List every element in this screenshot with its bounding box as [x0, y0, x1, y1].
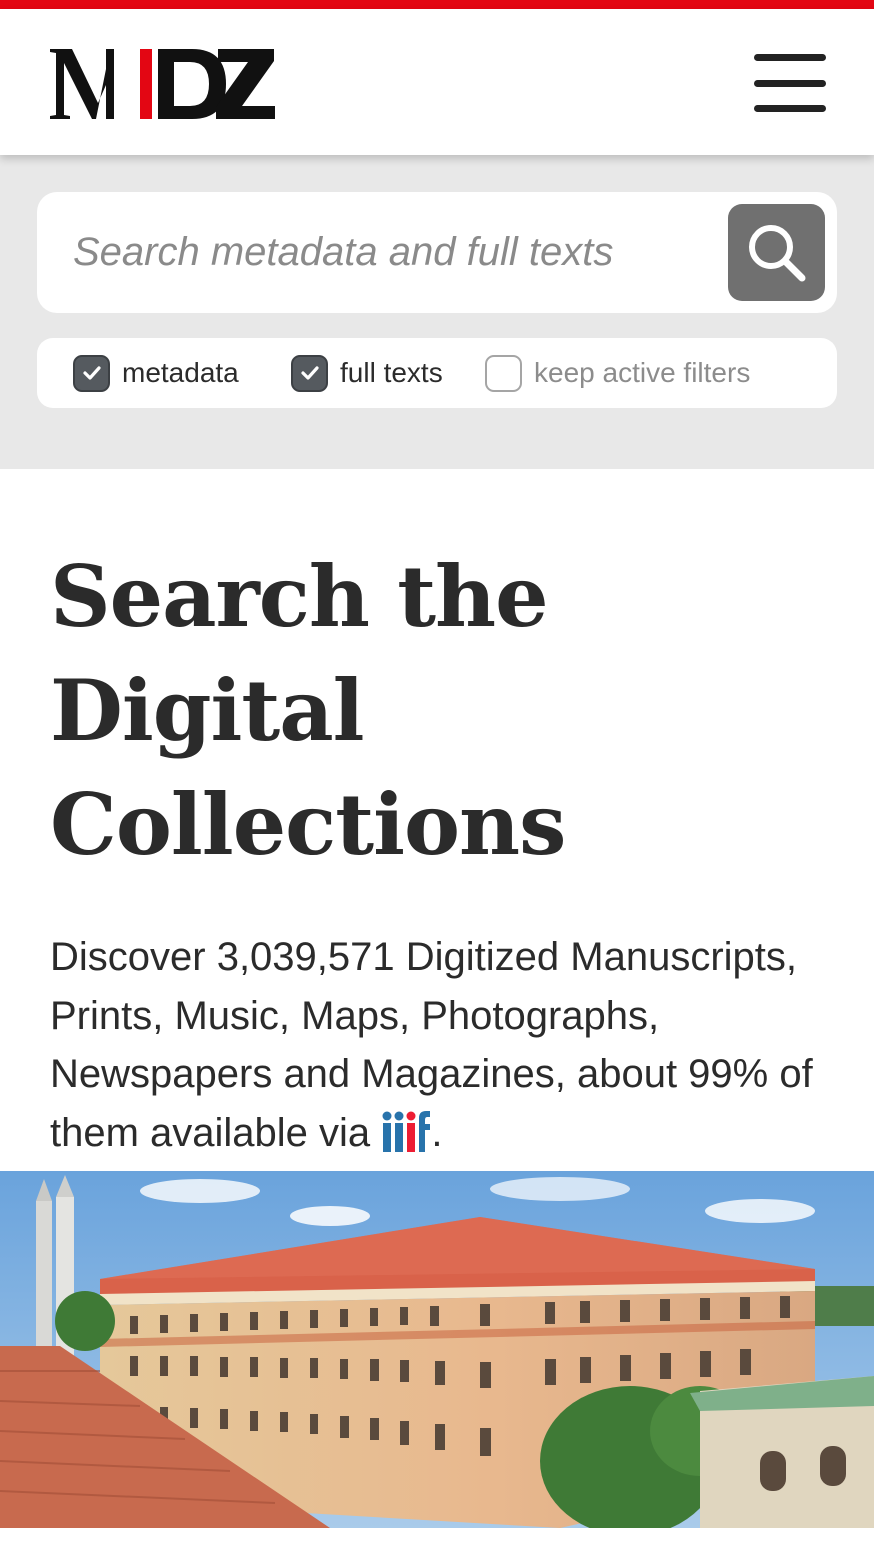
metadata-checkbox[interactable]: [73, 354, 110, 392]
iiif-logo-icon: iiif: [381, 1110, 431, 1152]
mdz-logo[interactable]: [50, 47, 276, 121]
main-content: Search the Digital Collections Discover …: [50, 540, 840, 1162]
search-panel: metadata full texts keep active filters: [0, 155, 874, 469]
search-button[interactable]: [728, 204, 825, 301]
search-options: metadata full texts keep active filters: [37, 338, 837, 408]
menu-bar-2: [754, 79, 826, 87]
keep-active-filters-label: keep active filters: [534, 357, 751, 388]
iiif-logo-text: iiif: [381, 1110, 383, 1111]
intro-suffix: .: [431, 1110, 443, 1155]
full-texts-label: full texts: [340, 357, 443, 388]
mdz-logo-icon: [50, 49, 275, 119]
full-texts-checkbox[interactable]: [291, 354, 328, 392]
intro-paragraph: Discover 3,039,571 Digitized Manuscripts…: [50, 928, 840, 1162]
menu-bar-1: [754, 54, 826, 61]
page-title: Search the Digital Collections: [50, 547, 566, 874]
metadata-checkbox-option[interactable]: metadata: [73, 338, 239, 408]
checkmark-icon: [82, 366, 101, 380]
search-box: [37, 192, 837, 313]
keep-active-filters-checkbox[interactable]: [485, 354, 522, 392]
search-icon: [748, 224, 805, 281]
top-accent-bar: [0, 0, 874, 9]
search-input[interactable]: [73, 216, 713, 288]
menu-bar-3: [754, 105, 826, 112]
library-building-image: [0, 1171, 874, 1528]
full-texts-checkbox-option[interactable]: full texts: [291, 338, 443, 408]
hamburger-menu-button[interactable]: [750, 51, 830, 115]
hero-image-library-building: [0, 1171, 874, 1528]
keep-active-filters-checkbox-option[interactable]: keep active filters: [485, 338, 750, 408]
iiif-link[interactable]: iiif: [381, 1110, 431, 1155]
site-header: [0, 9, 874, 155]
checkmark-icon: [300, 366, 319, 380]
metadata-label: metadata: [122, 357, 239, 388]
